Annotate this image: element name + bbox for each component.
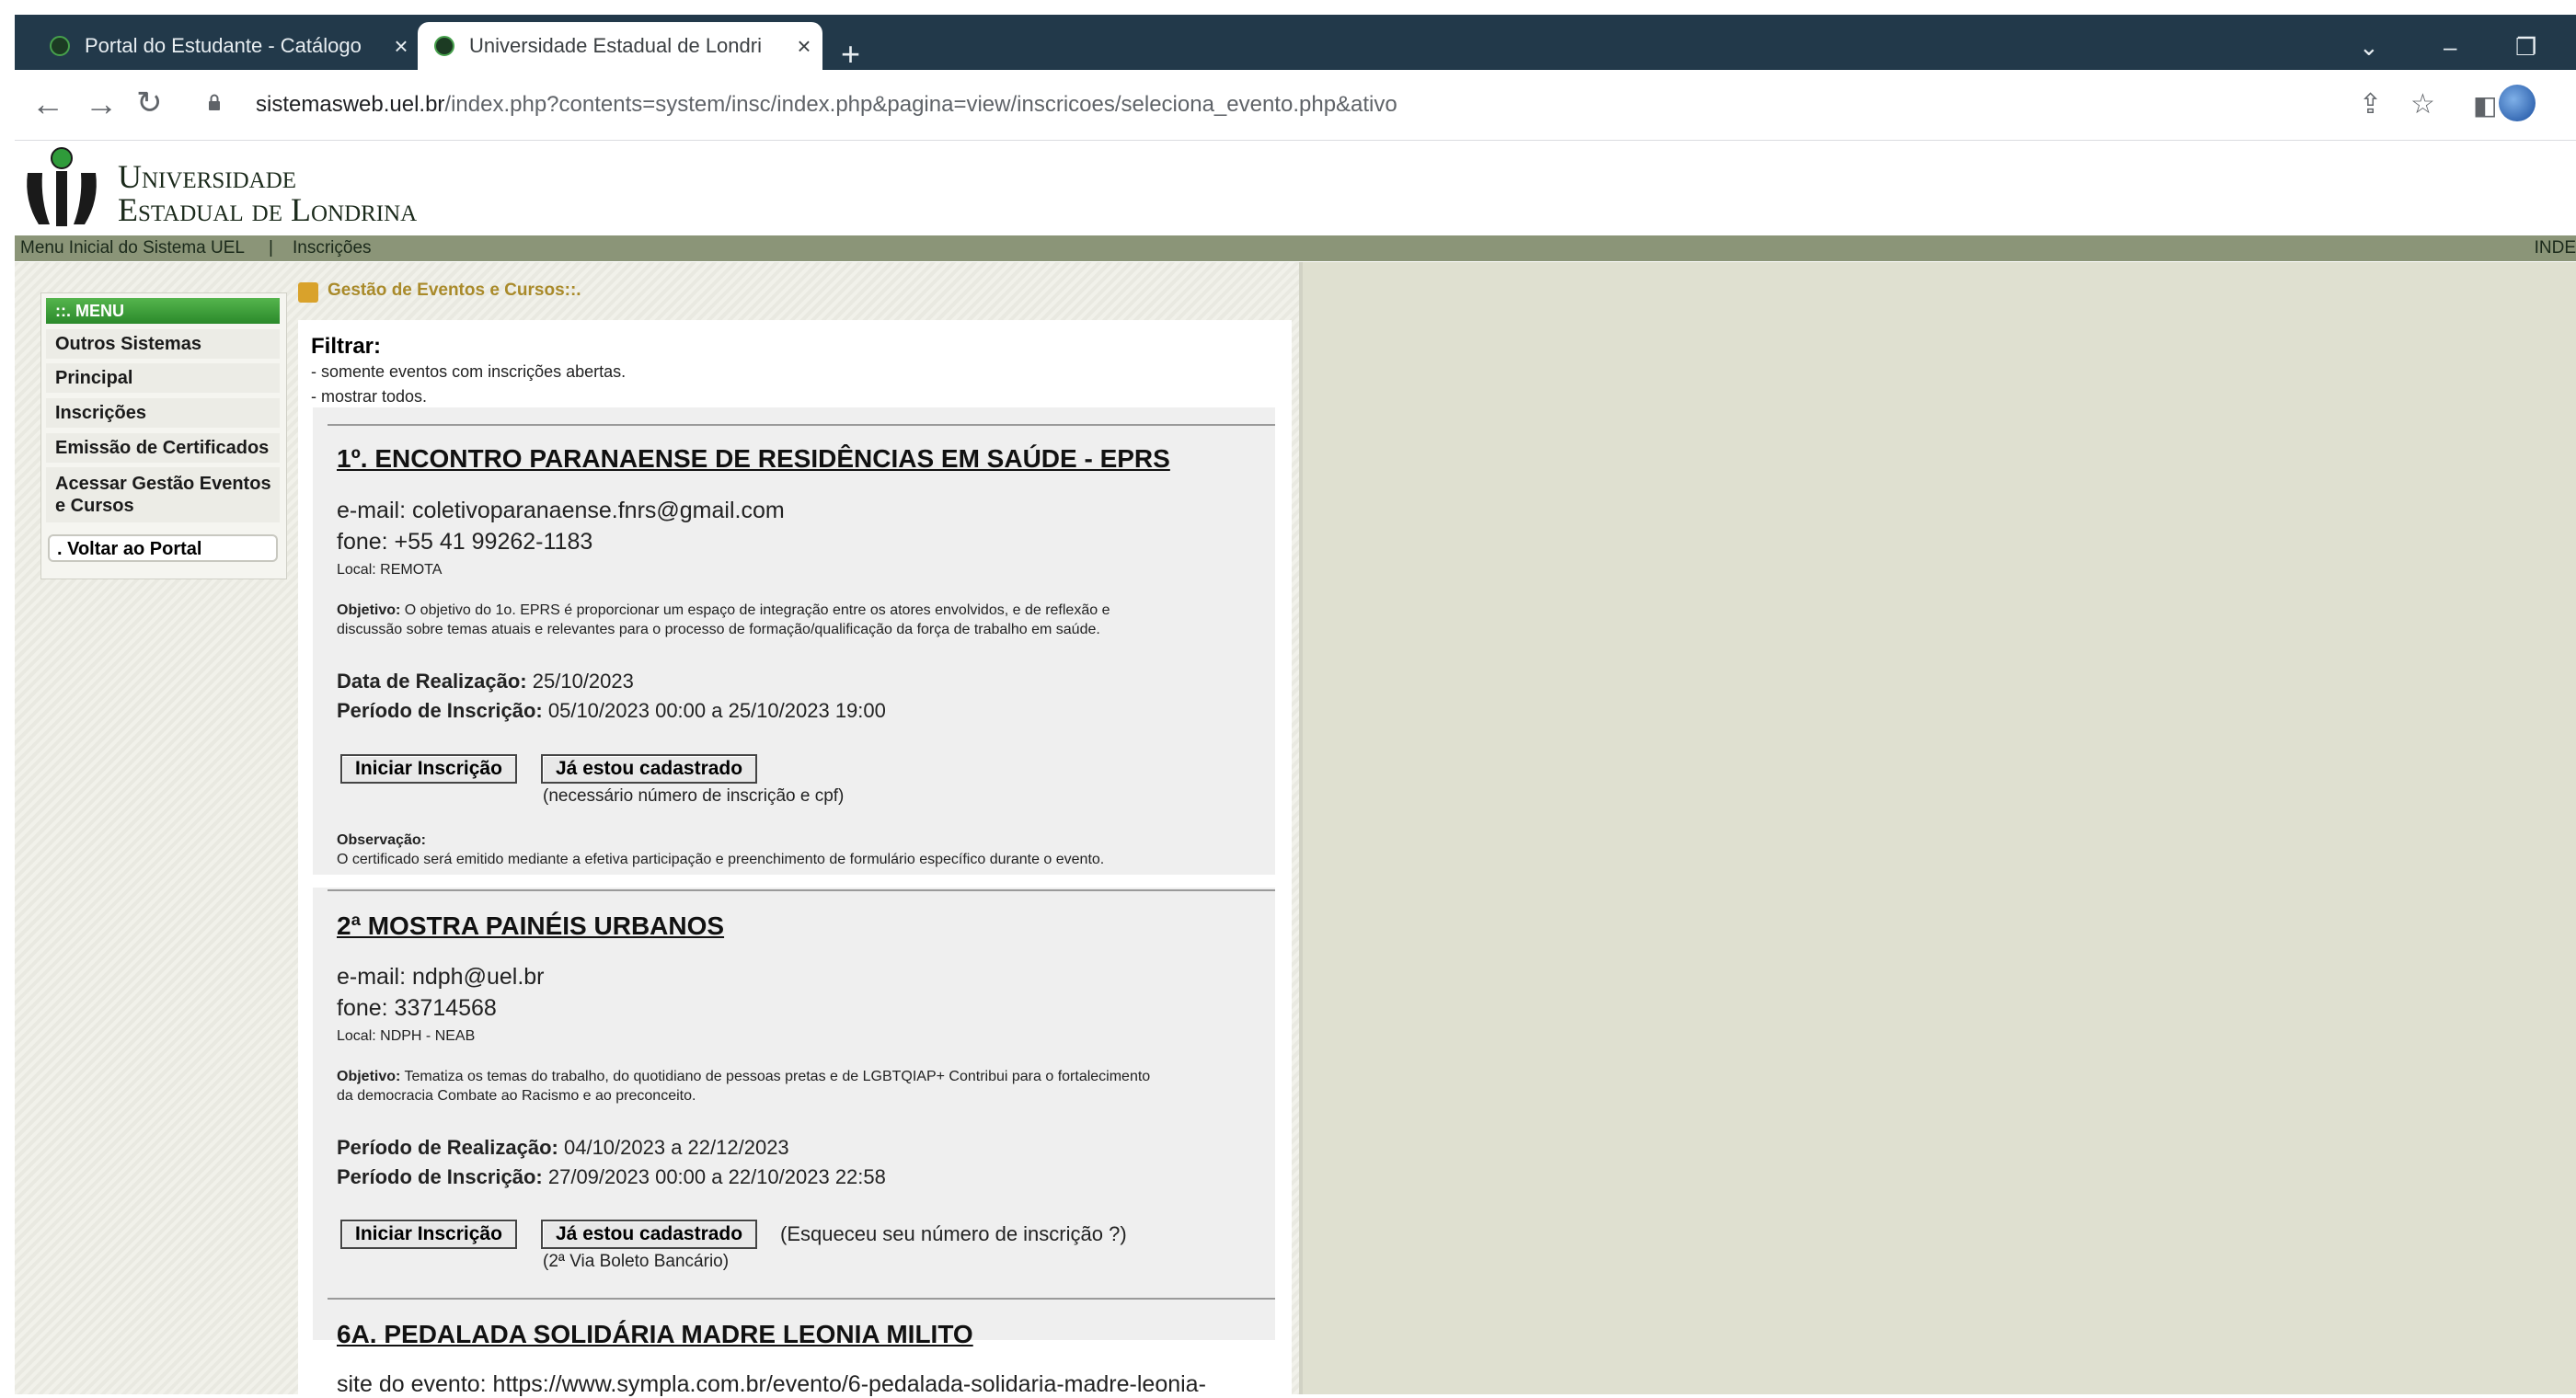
menu-inicial-link[interactable]: Menu Inicial do Sistema UEL: [20, 235, 245, 261]
close-tab-icon[interactable]: ×: [786, 32, 822, 61]
new-tab-button[interactable]: +: [841, 35, 860, 74]
minimize-icon[interactable]: –: [2444, 33, 2456, 62]
tab-search-icon[interactable]: ⌄: [2359, 33, 2379, 62]
bookmark-star-icon[interactable]: ☆: [2410, 88, 2435, 120]
back-to-portal-button[interactable]: . Voltar ao Portal: [48, 534, 278, 562]
period-label: Período de Inscrição:: [337, 699, 543, 722]
objective-label: Objetivo:: [337, 602, 401, 618]
event-separator: [328, 424, 1275, 426]
filter-all-link[interactable]: - mostrar todos.: [311, 387, 427, 407]
observation-label: Observação:: [337, 832, 426, 848]
restore-icon[interactable]: ❐: [2515, 33, 2536, 62]
inscricoes-link[interactable]: Inscrições: [293, 235, 372, 261]
menu-item-principal[interactable]: Principal: [46, 363, 280, 393]
event-location: Local: NDPH - NEAB: [337, 1028, 476, 1044]
topnav-right-text: INDE: [2534, 238, 2576, 258]
event-registration-period: Período de Inscrição: 27/09/2023 00:00 a…: [337, 1165, 886, 1189]
menu-item-gestao-eventos[interactable]: Acessar Gestão Eventos e Cursos: [46, 467, 280, 522]
tab-title: Portal do Estudante - Catálogo: [85, 34, 362, 57]
close-tab-icon[interactable]: ×: [383, 32, 420, 61]
uel-favicon-icon: [50, 36, 70, 56]
start-registration-button[interactable]: Iniciar Inscrição: [340, 1220, 517, 1249]
section-title: Gestão de Eventos e Cursos::.: [328, 281, 581, 300]
objective-text-2: da democracia Combate ao Racismo e ao pr…: [337, 1088, 696, 1104]
uel-logo-icon: [27, 147, 97, 226]
university-name-line2: Estadual de Londrina: [118, 191, 418, 228]
menu-item-certificados[interactable]: Emissão de Certificados: [46, 433, 280, 463]
start-registration-button[interactable]: Iniciar Inscrição: [340, 754, 517, 784]
event-title[interactable]: 6A. PEDALADA SOLIDÁRIA MADRE LEONIA MILI…: [337, 1320, 973, 1349]
address-bar[interactable]: sistemasweb.uel.br/index.php?contents=sy…: [256, 92, 1397, 118]
event-observation-text: O certificado será emitido mediante a ef…: [337, 852, 1105, 867]
event-objective: Objetivo: O objetivo do 1o. EPRS é propo…: [337, 601, 1266, 639]
event-title[interactable]: 1º. ENCONTRO PARANAENSE DE RESIDÊNCIAS E…: [337, 444, 1170, 474]
objective-text-1: Tematiza os temas do trabalho, do quotid…: [400, 1069, 1151, 1084]
event-objective: Objetivo: Tematiza os temas do trabalho,…: [337, 1067, 1266, 1106]
event-separator: [328, 889, 1275, 891]
lock-icon[interactable]: [208, 94, 221, 110]
date-label: Período de Realização:: [337, 1136, 558, 1159]
already-registered-button[interactable]: Já estou cadastrado: [541, 1220, 758, 1249]
event-phone: fone: +55 41 99262-1183: [337, 529, 593, 555]
period-value: 05/10/2023 00:00 a 25/10/2023 19:00: [547, 699, 886, 722]
browser-tab-bar: Portal do Estudante - Catálogo × Univers…: [15, 15, 2576, 73]
event-registration-period: Período de Inscrição: 05/10/2023 00:00 a…: [337, 699, 886, 723]
event-separator: [328, 1298, 1275, 1300]
event-realization-period: Período de Realização: 04/10/2023 a 22/1…: [337, 1136, 789, 1160]
menu-heading: ::. MENU: [46, 298, 280, 324]
url-path: /index.php?contents=system/insc/index.ph…: [444, 92, 1397, 117]
registration-note: (necessário número de inscrição e cpf): [543, 786, 845, 806]
event-card: [313, 888, 1275, 1340]
event-title[interactable]: 2ª MOSTRA PAINÉIS URBANOS: [337, 911, 724, 941]
period-label: Período de Inscrição:: [337, 1165, 543, 1188]
menu-item-inscricoes[interactable]: Inscrições: [46, 398, 280, 428]
date-label: Data de Realização:: [337, 670, 527, 693]
top-navigation: Menu Inicial do Sistema UEL | Inscrições…: [15, 235, 2576, 261]
objective-label: Objetivo:: [337, 1069, 401, 1084]
share-icon[interactable]: ⇪: [2359, 88, 2382, 120]
web-page: Universidade Estadual de Londrina Menu I…: [15, 141, 2576, 1397]
tab-portal-estudante[interactable]: Portal do Estudante - Catálogo ×: [33, 22, 420, 70]
filter-label: Filtrar:: [311, 334, 382, 359]
event-location: Local: REMOTA: [337, 562, 443, 578]
nav-separator: |: [269, 238, 273, 258]
event-date: Data de Realização: 25/10/2023: [337, 670, 634, 693]
tab-uel[interactable]: Universidade Estadual de Londri ×: [418, 22, 822, 70]
period-value: 27/09/2023 00:00 a 22/10/2023 22:58: [547, 1165, 886, 1188]
side-panel-icon[interactable]: ◧: [2473, 90, 2497, 120]
filter-open-link[interactable]: - somente eventos com inscrições abertas…: [311, 362, 626, 382]
uel-favicon-icon: [434, 36, 454, 56]
objective-text-2: discussão sobre temas atuais e relevante…: [337, 622, 1100, 637]
date-value: 04/10/2023 a 22/12/2023: [563, 1136, 789, 1159]
tab-title: Universidade Estadual de Londri: [469, 34, 762, 57]
menu-item-outros-sistemas[interactable]: Outros Sistemas: [46, 329, 280, 359]
section-folder-icon: [298, 282, 318, 303]
back-arrow-icon[interactable]: ←: [31, 85, 64, 123]
url-host: sistemasweb.uel.br: [256, 92, 445, 117]
objective-text-1: O objetivo do 1o. EPRS é proporcionar um…: [400, 602, 1110, 618]
event-observation-label: Observação:: [337, 831, 426, 850]
browser-toolbar: ← → ↻ sistemasweb.uel.br/index.php?conte…: [15, 70, 2576, 141]
forward-arrow-icon[interactable]: →: [85, 85, 118, 123]
event-email: e-mail: coletivoparanaense.fnrs@gmail.co…: [337, 498, 785, 523]
profile-avatar[interactable]: [2499, 85, 2536, 121]
reload-icon[interactable]: ↻: [136, 85, 163, 121]
event-email: e-mail: ndph@uel.br: [337, 964, 545, 990]
boleto-link[interactable]: (2ª Via Boleto Bancário): [543, 1252, 729, 1271]
event-phone: fone: 33714568: [337, 995, 497, 1021]
date-value: 25/10/2023: [532, 670, 634, 693]
forgot-number-link[interactable]: (Esqueceu seu número de inscrição ?): [780, 1222, 1127, 1246]
already-registered-button[interactable]: Já estou cadastrado: [541, 754, 758, 784]
